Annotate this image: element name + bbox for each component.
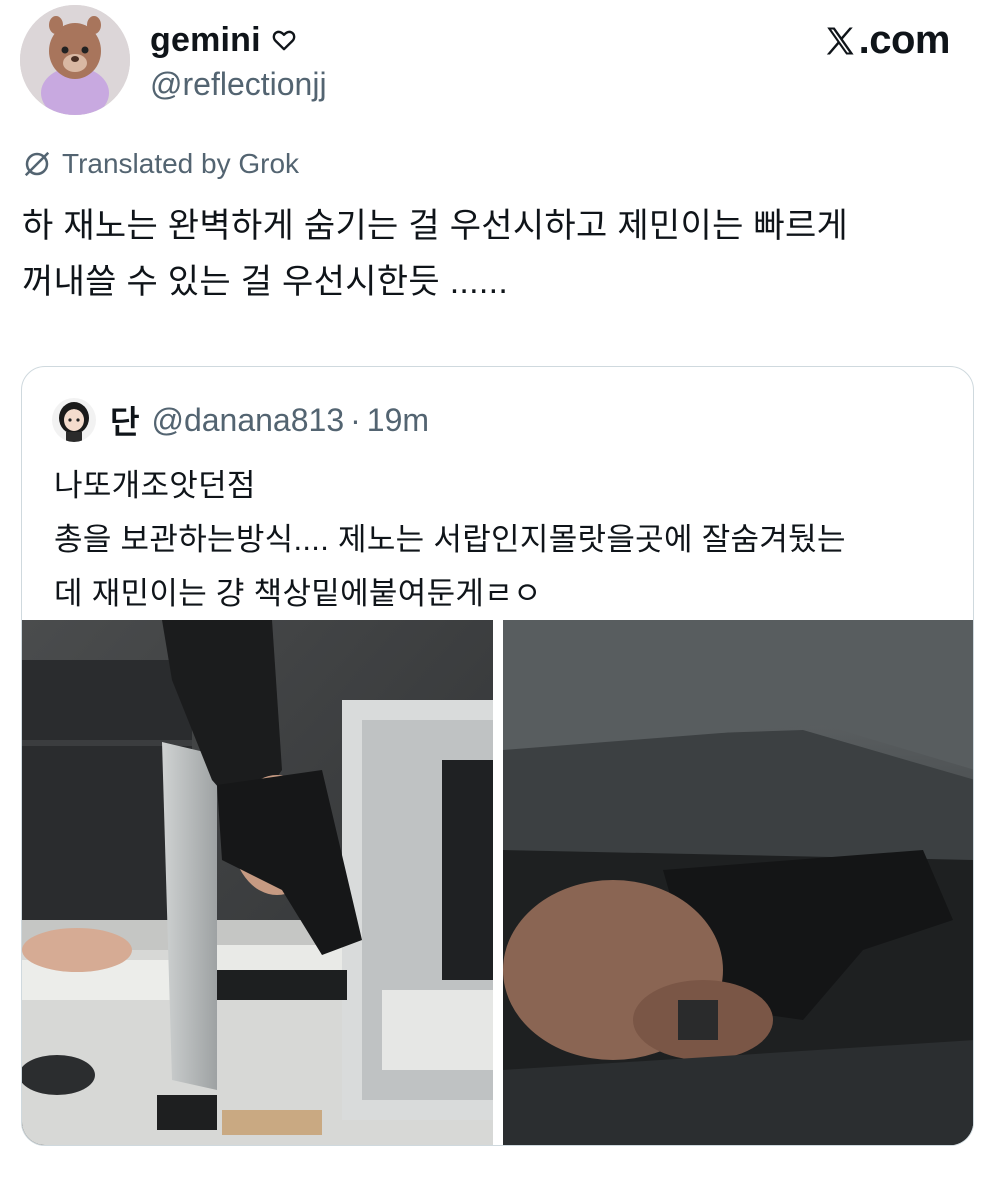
translation-text: Translated by Grok	[62, 148, 300, 179]
quoted-media-grid	[22, 620, 973, 1145]
author-display-name[interactable]: gemini	[150, 21, 261, 60]
heart-outline-icon	[271, 27, 297, 53]
tweet-text: 하 재노는 완벽하게 숨기는 걸 우선시하고 제민이는 빠르게 꺼내쓸 수 있는…	[22, 198, 972, 310]
quoted-separator: ·	[350, 401, 361, 438]
quoted-author-handle[interactable]: @danana813	[151, 402, 344, 439]
quoted-author-avatar[interactable]	[52, 398, 96, 442]
grok-icon	[24, 151, 50, 177]
media-image-desk-drawer[interactable]	[22, 620, 493, 1145]
author-name-row[interactable]: gemini	[150, 20, 297, 60]
quoted-timestamp[interactable]: 19m	[367, 402, 429, 439]
quoted-tweet-header: 단 @danana813 · 19m	[52, 395, 429, 445]
media-image-under-desk[interactable]	[503, 620, 973, 1145]
quoted-tweet-card[interactable]: 단 @danana813 · 19m 나또개조앗던점 총을 보관하는방식....…	[21, 366, 974, 1146]
quoted-tweet-text: 나또개조앗던점 총을 보관하는방식.... 제노는 서랍인지몰랏을곳에 잘숨겨뒀…	[54, 459, 954, 621]
x-logo-icon	[826, 27, 854, 54]
author-handle[interactable]: @reflectionjj	[150, 66, 327, 103]
translation-label[interactable]: Translated by Grok	[22, 148, 299, 180]
tweet-text-line: 하 재노는 완벽하게 숨기는 걸 우선시하고 제민이는 빠르게	[22, 207, 849, 245]
author-avatar[interactable]	[20, 5, 130, 115]
brand-watermark: .com	[823, 18, 951, 63]
quoted-text-line: 나또개조앗던점	[54, 468, 256, 503]
brand-label: .com	[858, 18, 951, 62]
quoted-text-line: 데 재민이는 걍 책상밑에붙여둔게ㄹㅇ	[54, 576, 542, 611]
quoted-text-line: 총을 보관하는방식.... 제노는 서랍인지몰랏을곳에 잘숨겨뒀는	[54, 522, 846, 557]
quoted-author-name[interactable]: 단	[110, 397, 139, 443]
tweet-text-line: 꺼내쓸 수 있는 걸 우선시한듯 ......	[22, 263, 509, 301]
